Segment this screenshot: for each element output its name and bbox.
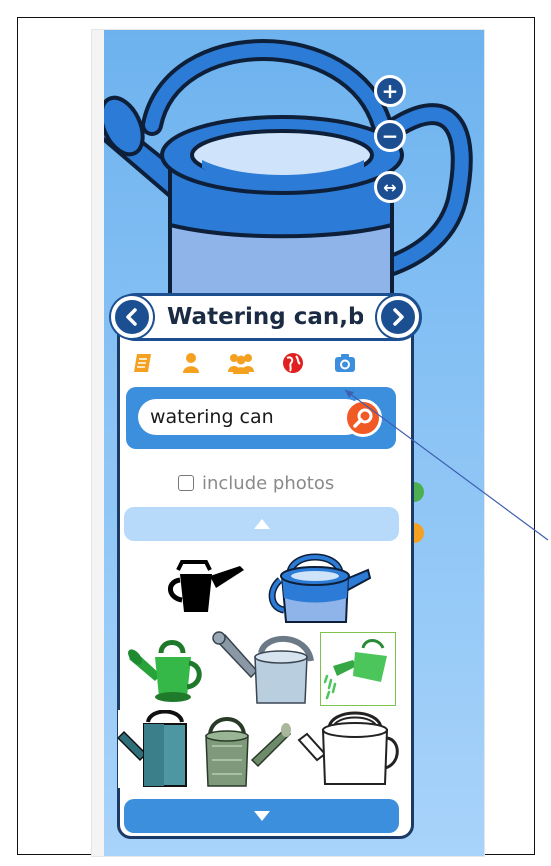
- triangle-up-icon: [253, 519, 270, 529]
- fit-width-button[interactable]: ↔: [374, 171, 406, 203]
- result-grey-watering-can[interactable]: [210, 630, 318, 708]
- result-teal-watering-can[interactable]: [118, 710, 192, 788]
- include-photos-checkbox[interactable]: [178, 475, 194, 491]
- scroll-down-button[interactable]: [124, 799, 399, 833]
- watering-can-outline-icon: [297, 711, 399, 785]
- watering-can-illustration: [92, 39, 473, 302]
- search-panel: [126, 387, 396, 449]
- panel-edge: [92, 30, 104, 856]
- prev-button[interactable]: [111, 296, 153, 338]
- watering-can-grey-icon: [212, 631, 314, 704]
- chevron-left-icon: [126, 308, 137, 326]
- search-input[interactable]: [138, 399, 364, 435]
- side-tab-green[interactable]: [414, 482, 424, 502]
- result-green-watering-can[interactable]: [126, 630, 208, 708]
- watering-can-green-icon: [128, 640, 202, 702]
- plus-icon: +: [381, 79, 399, 103]
- watering-can-blue-icon: [268, 553, 372, 623]
- camera-icon[interactable]: [334, 352, 356, 374]
- next-button[interactable]: [377, 296, 419, 338]
- watering-can-metal-icon: [205, 717, 292, 787]
- zoom-out-button[interactable]: −: [374, 120, 406, 152]
- chevron-right-icon: [393, 308, 404, 326]
- magnifier-icon: [353, 408, 373, 428]
- watering-can-teal-icon: [118, 710, 187, 787]
- include-photos-row[interactable]: include photos: [178, 472, 334, 494]
- symbol-title: Watering can,b: [167, 304, 363, 330]
- minus-icon: −: [381, 124, 399, 148]
- result-blue-watering-can[interactable]: [258, 549, 374, 627]
- search-button[interactable]: [344, 399, 382, 437]
- globe-icon[interactable]: [282, 352, 304, 374]
- book-icon[interactable]: [132, 352, 154, 374]
- source-tabs: [132, 352, 372, 376]
- group-icon[interactable]: [228, 352, 254, 374]
- triangle-down-icon: [253, 811, 270, 821]
- double-arrow-icon: ↔: [383, 177, 397, 197]
- result-outline-watering-can[interactable]: [294, 710, 402, 788]
- include-photos-label: include photos: [202, 472, 335, 494]
- watering-can-black-icon: [168, 560, 244, 612]
- scroll-up-button[interactable]: [124, 507, 399, 541]
- result-black-watering-can[interactable]: [155, 549, 255, 627]
- result-green-watering-can-pouring[interactable]: [320, 632, 396, 706]
- person-icon[interactable]: [180, 352, 202, 374]
- symbol-title-bar: Watering can,b: [111, 293, 422, 341]
- watering-can-pouring-icon: [323, 639, 387, 700]
- side-tab-orange[interactable]: [414, 523, 424, 543]
- zoom-in-button[interactable]: +: [374, 75, 406, 107]
- result-metal-watering-can[interactable]: [194, 710, 292, 788]
